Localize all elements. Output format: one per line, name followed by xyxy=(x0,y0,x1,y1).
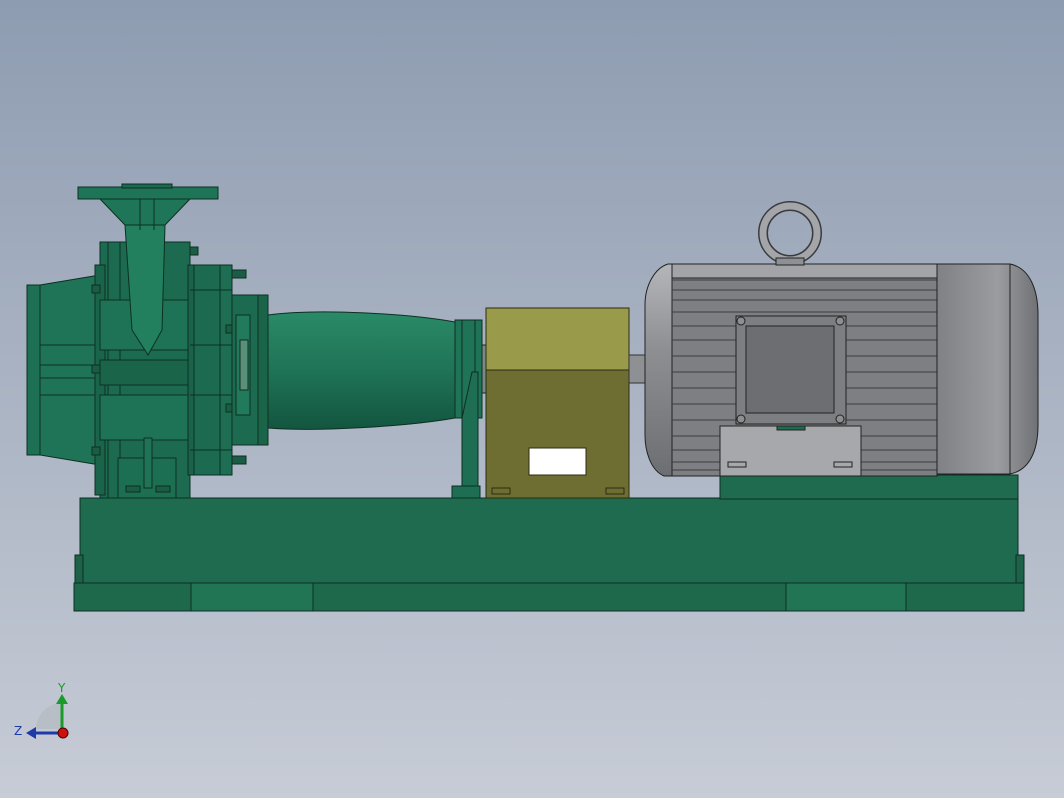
electric-motor[interactable] xyxy=(644,263,1039,477)
x-axis-dot xyxy=(57,727,69,739)
z-axis-label: Z xyxy=(14,724,22,738)
pump-assembly-view[interactable]: Y Z xyxy=(0,0,1064,798)
y-axis-label: Y xyxy=(57,681,66,695)
graphics-viewport[interactable]: Y Z xyxy=(0,0,1064,798)
coupling-guard[interactable] xyxy=(485,307,630,499)
motor-shaft xyxy=(628,354,648,384)
